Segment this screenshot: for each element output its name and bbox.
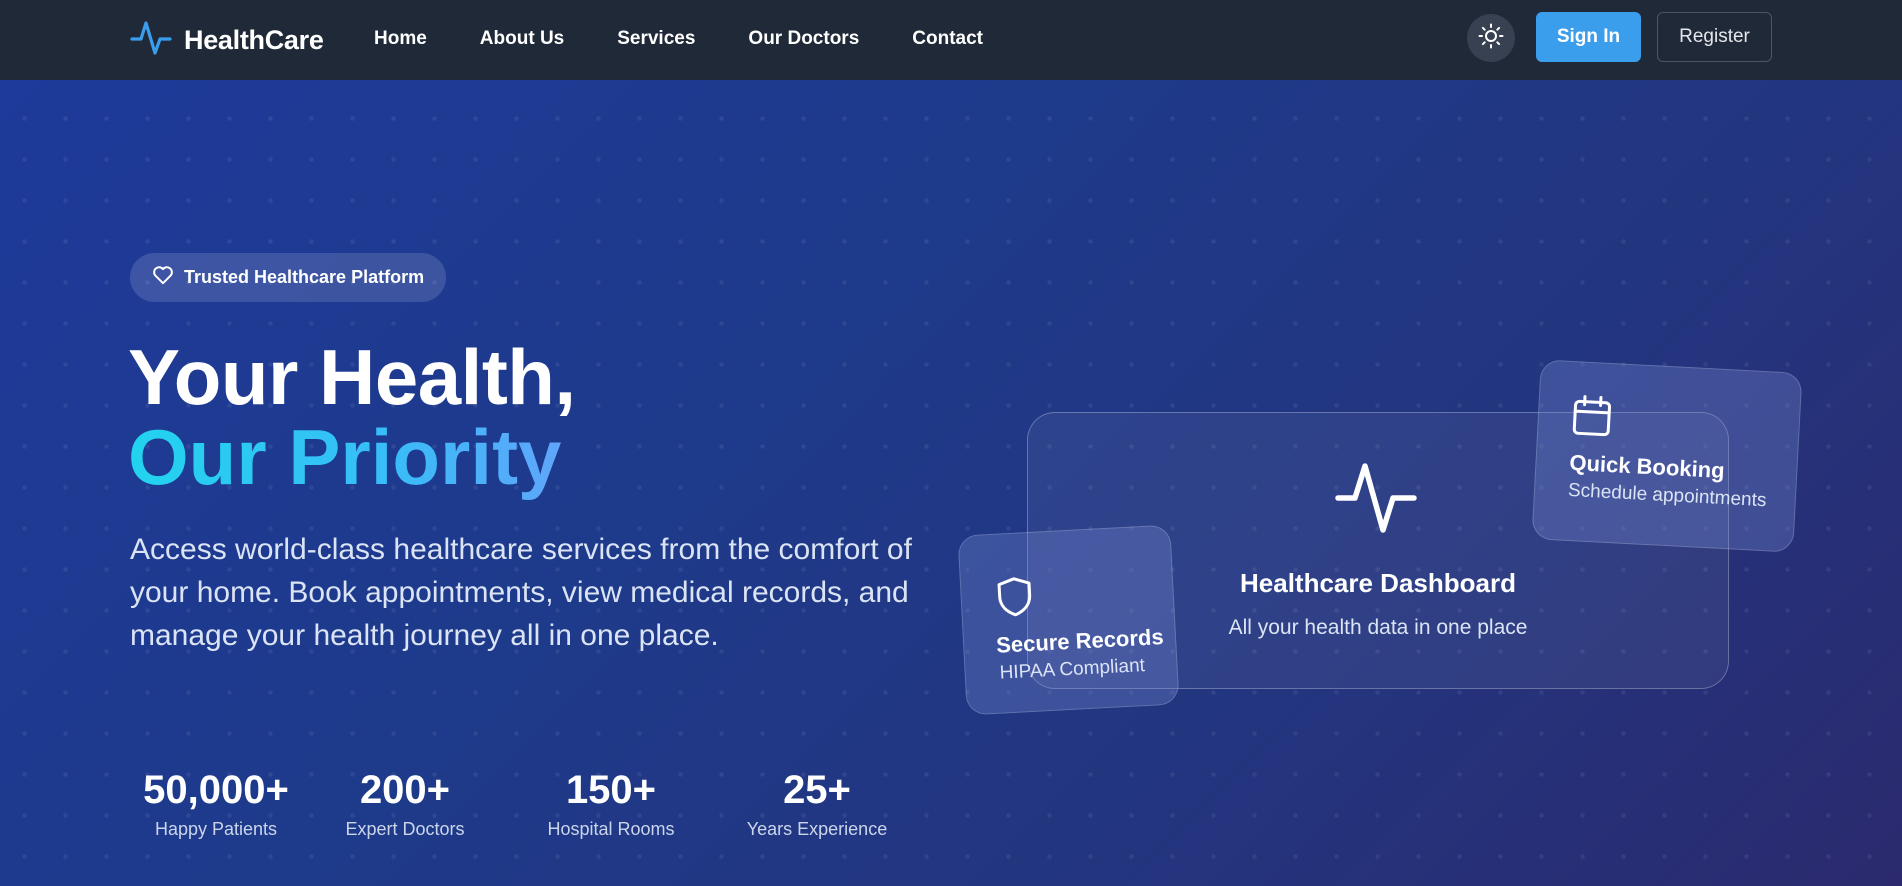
stat-label: Happy Patients [154,819,278,839]
quick-booking-subtitle: Schedule appointments [1567,479,1767,512]
shield-icon [995,575,1035,624]
register-button[interactable]: Register [1657,12,1772,62]
hero-title-line1: Your Health, [128,333,576,421]
quick-booking-title: Quick Booking [1568,449,1726,484]
theme-toggle-button[interactable] [1467,14,1515,62]
stat-label: Years Experience [746,819,888,839]
stat-label: Hospital Rooms [547,819,675,839]
nav-link-home[interactable]: Home [374,28,427,50]
hero-description: Access world-class healthcare services f… [130,533,912,652]
trust-badge: Trusted Healthcare Platform [130,253,446,302]
brand-name: HealthCare [184,25,324,55]
hero-title-line2: Our Priority [128,413,562,501]
sun-icon [1478,23,1504,54]
top-navbar: HealthCare Home About Us Services Our Do… [0,0,1902,80]
secure-records-title: Secure Records [995,624,1165,658]
stat-item: 200+ Expert Doctors [302,768,508,840]
sign-in-button[interactable]: Sign In [1536,12,1641,62]
stats-row: 50,000+ Happy Patients 200+ Expert Docto… [130,768,920,840]
activity-icon [130,19,172,62]
nav-link-services[interactable]: Services [617,28,695,50]
nav-link-doctors[interactable]: Our Doctors [748,28,859,50]
nav-links: Home About Us Services Our Doctors Conta… [374,28,1036,50]
nav-link-contact[interactable]: Contact [912,28,983,50]
stat-value: 200+ [359,768,451,812]
stat-value: 150+ [565,768,657,812]
brand-logo[interactable]: HealthCare [130,19,324,62]
stat-label: Expert Doctors [345,819,465,839]
quick-booking-card: Quick Booking Schedule appointments [1531,359,1803,553]
activity-icon [1335,460,1417,541]
nav-link-about[interactable]: About Us [480,28,564,50]
stat-value: 50,000+ [143,768,289,812]
secure-records-subtitle: HIPAA Compliant [999,655,1146,684]
calendar-icon [1571,394,1613,443]
trust-badge-label: Trusted Healthcare Platform [184,267,425,287]
stat-item: 150+ Hospital Rooms [508,768,714,840]
secure-records-card: Secure Records HIPAA Compliant [957,524,1180,716]
stat-item: 50,000+ Happy Patients [130,768,302,840]
stat-value: 25+ [783,768,851,812]
stat-item: 25+ Years Experience [714,768,920,840]
heart-icon [152,265,174,290]
